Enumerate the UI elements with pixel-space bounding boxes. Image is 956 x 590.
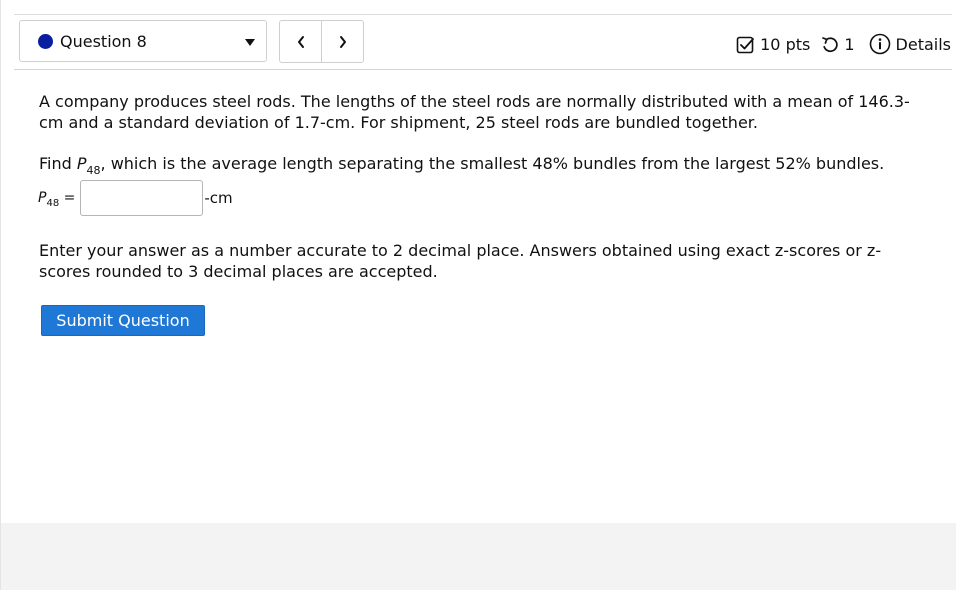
chevron-right-icon	[339, 35, 346, 48]
answer-label: P48 =	[38, 190, 76, 209]
page-footer-band	[1, 523, 956, 590]
question-body: A company produces steel rods. The lengt…	[39, 91, 919, 177]
question-meta: 10 pts 1 Details	[736, 31, 951, 57]
question-selector[interactable]: Question 8	[19, 20, 267, 62]
percentile-symbol: P	[76, 154, 87, 173]
info-icon[interactable]	[869, 33, 891, 55]
question-status-dot	[38, 33, 53, 49]
page-left-border	[0, 0, 1, 590]
answer-subscript: 48	[46, 198, 60, 209]
points-label: 10 pts	[760, 34, 811, 54]
find-description: , which is the average length separating…	[100, 154, 885, 173]
percentile-subscript: 48	[86, 164, 101, 177]
checkbox-icon	[736, 35, 755, 54]
header-divider	[14, 69, 952, 70]
top-divider	[14, 14, 952, 15]
answer-input[interactable]	[80, 180, 204, 216]
attempts-icon	[820, 34, 840, 54]
caret-down-icon	[245, 39, 255, 46]
question-text-intro: A company produces steel rods. The lengt…	[39, 92, 910, 132]
attempts-count: 1	[844, 34, 855, 54]
next-question-button[interactable]	[321, 21, 363, 62]
answer-row: P48 = -cm	[38, 179, 233, 217]
question-nav	[279, 20, 364, 63]
answer-equals: =	[59, 190, 76, 206]
unit-label: -cm	[204, 189, 233, 207]
submit-question-button[interactable]: Submit Question	[41, 305, 205, 336]
details-link[interactable]: Details	[896, 35, 951, 54]
question-selector-label: Question 8	[60, 31, 147, 51]
previous-question-button[interactable]	[280, 21, 321, 62]
question-text-find: Find P48, which is the average length se…	[39, 153, 919, 177]
question-instructions: Enter your answer as a number accurate t…	[39, 241, 882, 281]
find-label: Find	[39, 154, 77, 173]
chevron-left-icon	[297, 35, 304, 48]
